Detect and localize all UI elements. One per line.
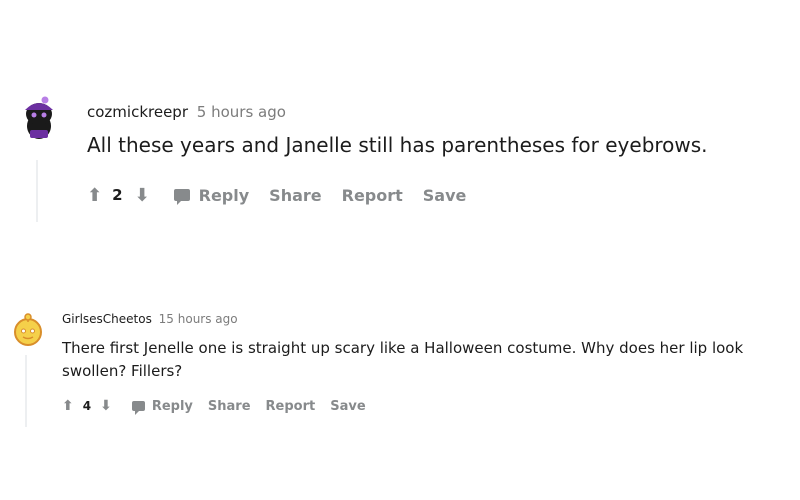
- comment-body: There first Jenelle one is straight up s…: [62, 339, 744, 380]
- arrow-down-icon[interactable]: ⬇: [100, 398, 112, 414]
- snoo-avatar-icon: [10, 312, 46, 348]
- comment: GirlsesCheetos 15 hours ago There first …: [0, 0, 800, 500]
- timestamp[interactable]: 15 hours ago: [159, 312, 238, 326]
- comment-meta: GirlsesCheetos 15 hours ago: [62, 312, 238, 326]
- chat-bubble-icon: [131, 401, 145, 415]
- reply-button[interactable]: Reply: [131, 398, 193, 415]
- share-button[interactable]: Share: [208, 399, 251, 414]
- vote-controls: ⬆ 4 ⬇: [62, 398, 112, 414]
- username-link[interactable]: GirlsesCheetos: [62, 312, 152, 326]
- avatar[interactable]: [10, 312, 46, 348]
- report-button[interactable]: Report: [266, 399, 316, 414]
- arrow-up-icon[interactable]: ⬆: [62, 398, 74, 414]
- comment-actions: ⬆ 4 ⬇ Reply Share Report Save: [62, 396, 381, 416]
- save-button[interactable]: Save: [330, 399, 365, 414]
- vote-score: 4: [82, 399, 92, 413]
- comment-thread: cozmickreepr 5 hours ago All these years…: [0, 0, 800, 500]
- thread-line[interactable]: [25, 355, 27, 427]
- reply-label: Reply: [151, 398, 193, 414]
